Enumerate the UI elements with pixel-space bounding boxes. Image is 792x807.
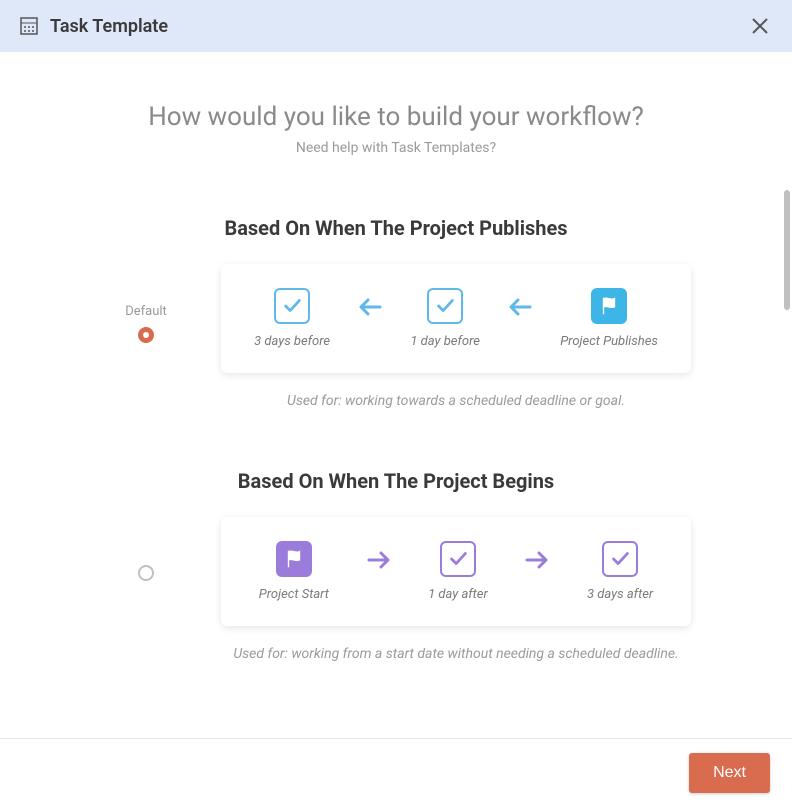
option-publishes-title: Based On When The Project Publishes (40, 216, 752, 240)
arrow-right-icon (523, 549, 551, 575)
modal-header: Task Template (0, 0, 792, 52)
step-project-publishes: Project Publishes (560, 288, 658, 349)
step-label: Project Start (259, 587, 329, 602)
option-begins-card[interactable]: Project Start 1 day after (221, 517, 691, 626)
arrow-right-icon (365, 549, 393, 575)
scrollbar-thumb[interactable] (784, 190, 790, 310)
modal-title: Task Template (50, 16, 168, 37)
option-begins-caption: Used for: working from a start date with… (221, 646, 691, 662)
step-label: 1 day after (428, 587, 488, 602)
option-publishes: Based On When The Project Publishes Defa… (40, 216, 752, 409)
header-left: Task Template (20, 16, 168, 37)
main-heading: How would you like to build your workflo… (40, 102, 752, 132)
option-begins-card-wrap: Project Start 1 day after (221, 517, 691, 662)
option-publishes-card-wrap: 3 days before 1 day before (221, 264, 691, 409)
step-label: Project Publishes (560, 334, 658, 349)
step-1day-after: 1 day after (428, 541, 488, 602)
radio-publishes[interactable] (138, 327, 154, 343)
option-begins: Based On When The Project Begins Project… (40, 469, 752, 662)
flag-icon (591, 288, 627, 324)
option-publishes-card[interactable]: 3 days before 1 day before (221, 264, 691, 373)
task-template-modal: Task Template How would you like to buil… (0, 0, 792, 807)
next-button[interactable]: Next (689, 753, 770, 793)
check-icon (274, 288, 310, 324)
arrow-left-icon (356, 296, 384, 322)
flag-icon (276, 541, 312, 577)
radio-begins[interactable] (138, 565, 154, 581)
help-link[interactable]: Need help with Task Templates? (40, 140, 752, 156)
option-begins-radio-col (101, 517, 191, 581)
radio-default-label: Default (125, 304, 167, 319)
modal-content: How would you like to build your workflo… (0, 52, 792, 738)
check-icon (602, 541, 638, 577)
step-label: 3 days before (254, 334, 330, 349)
option-publishes-row: Default 3 days before (40, 264, 752, 409)
check-icon (440, 541, 476, 577)
step-1day-before: 1 day before (410, 288, 480, 349)
close-button[interactable] (748, 14, 772, 38)
option-begins-row: Project Start 1 day after (40, 517, 752, 662)
step-3days-before: 3 days before (254, 288, 330, 349)
step-label: 1 day before (410, 334, 480, 349)
check-icon (427, 288, 463, 324)
step-3days-after: 3 days after (587, 541, 653, 602)
option-publishes-radio-col: Default (101, 264, 191, 343)
arrow-left-icon (506, 296, 534, 322)
close-icon (751, 17, 769, 35)
step-label: 3 days after (587, 587, 653, 602)
option-begins-title: Based On When The Project Begins (40, 469, 752, 493)
modal-footer: Next (0, 738, 792, 807)
step-project-start: Project Start (259, 541, 329, 602)
template-icon (20, 17, 38, 35)
option-publishes-caption: Used for: working towards a scheduled de… (221, 393, 691, 409)
